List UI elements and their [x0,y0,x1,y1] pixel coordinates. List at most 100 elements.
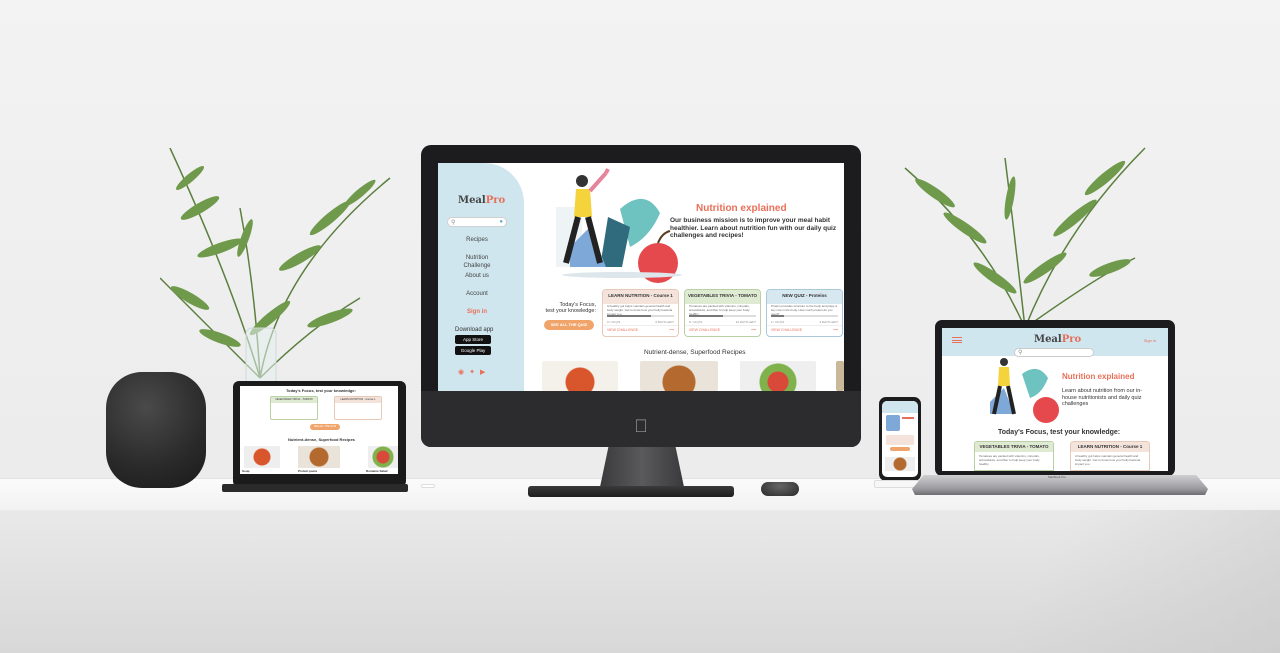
iphone-screen [882,401,918,477]
ipad-keyboard [222,484,408,492]
hero-title: Nutrition explained [696,203,787,214]
desktop-keyboard [528,486,734,497]
recipe-image-salad[interactable] [740,361,816,391]
tablet-recipe-name: Soup [242,469,250,473]
see-all-quiz-button[interactable]: SEE ALL THE QUIZ [544,320,594,330]
laptop-hero-description: Learn about nutrition from our in-house … [1062,388,1143,407]
nav-item-nutrition-challenge[interactable]: Nutrition Challenge [438,254,516,272]
challenge-card-tomato[interactable]: VEGETABLES TRIVIA - TOMATO Tomatoes are … [684,289,761,337]
device-mockup-scene:  MealPro ⚲ ● Recipes Nutrition Challeng… [0,0,1280,653]
macbook-brand-label: MacBook Pro [1048,475,1067,479]
nav-item-recipes[interactable]: Recipes [438,236,516,254]
download-app-label: Download app [455,327,494,333]
card-title: LEARN NUTRITION - Course 1 [603,290,678,304]
search-input[interactable]: ⚲ ● [447,217,507,227]
app-store-badge[interactable]: App Store [455,335,491,344]
sign-in-link[interactable]: Sign in [438,308,516,326]
apple-logo-icon:  [633,417,649,435]
tablet-card-title: VEGETABLES TRIVIA - TOMATO [271,397,317,403]
tablet-focus-label: Today's Focus, test your knowledge: [286,388,356,393]
tablet-recipe-pasta[interactable] [298,446,340,468]
tablet-recipe-name: Romaine Salad [366,469,388,473]
tablet-quiz-button[interactable]: SEE ALL THE QUIZ [310,424,340,430]
nav-item-account[interactable]: Account [438,290,516,308]
phone-card[interactable] [886,435,914,445]
laptop-logo[interactable]: MealPro [1034,334,1081,345]
sidebar-nav: Recipes Nutrition Challenge About us Acc… [438,236,516,326]
youtube-icon[interactable]: ▶ [480,369,490,376]
phone-quiz-button[interactable] [890,447,910,451]
laptop-card-nutrition[interactable]: LEARN NUTRITION - Course 1 A healthy gut… [1070,441,1150,471]
download-app-section: Download app App Store Google Play [455,327,493,355]
card-questions: 3 / 10 Q'S [607,320,621,324]
phone-hero-title [902,417,914,419]
card-questions: 5 / 10 Q'S [689,320,703,324]
arrow-right-icon: ⟶ [750,328,756,332]
ipad-screen: Today's Focus, test your knowledge: VEGE… [240,386,398,474]
progress-bar [607,315,674,317]
progress-bar [771,315,838,317]
tablet-recipe-soup[interactable] [244,446,280,468]
tablet-card-tomato[interactable]: VEGETABLES TRIVIA - TOMATO [270,396,318,420]
laptop-card-tomato[interactable]: VEGETABLES TRIVIA - TOMATO Tomatoes are … [974,441,1054,471]
tablet-recipes-title: Nutrient-dense, Superfood Recipes [288,437,355,442]
laptop-card-description: Tomatoes are packed with vitamins, miner… [979,454,1040,466]
laptop-focus-label: Today's Focus, test your knowledge: [998,429,1121,436]
google-play-badge[interactable]: Google Play [455,346,491,355]
macbook-screen: MealPro Sign in ⚲ Nutrition explained Le… [942,328,1168,471]
twitter-icon[interactable]: ✦ [469,369,480,376]
card-days-left: 12 DAYS LEFT [735,320,756,324]
card-title: NEW QUIZ - Proteins [767,290,842,304]
card-description: Tomatoes are packed with vitamins, miner… [689,304,750,316]
tablet-card-title: LEARN NUTRITION - Course 1 [335,397,381,403]
challenge-card-proteins[interactable]: NEW QUIZ - Proteins Protein provides str… [766,289,843,337]
laptop-card-title: LEARN NUTRITION - Course 1 [1071,442,1149,452]
social-links: ◉✦▶ [458,368,490,376]
view-challenge-link[interactable]: VIEW CHALLENGE [771,328,802,332]
phone-header [882,401,918,413]
hero-description: Our business mission is to improve your … [670,217,837,239]
progress-bar [689,315,756,317]
desktop-mouse [761,482,799,496]
laptop-card-title: VEGETABLES TRIVIA - TOMATO [975,442,1053,452]
laptop-hero-illustration [990,358,1059,423]
phone-recipe[interactable] [885,457,915,471]
hero-illustration [556,168,682,283]
stylus-pencil [421,484,435,488]
imac-screen: MealPro ⚲ ● Recipes Nutrition Challenge … [438,163,844,391]
laptop-hero-title: Nutrition explained [1062,372,1135,381]
macbook-base: MacBook Pro [912,475,1208,495]
view-challenge-link[interactable]: VIEW CHALLENGE [607,328,638,332]
tablet-recipe-name: Protein pasta [298,469,318,473]
search-icon: ⚲ [451,220,456,226]
tablet-card-nutrition[interactable]: LEARN NUTRITION - Course 1 [334,396,382,420]
laptop-sign-in-link[interactable]: Sign in [1144,338,1156,343]
card-description: A healthy gut helps maintain general hea… [607,304,673,316]
desk-shadow [880,510,1280,653]
arrow-right-icon: ⟶ [668,328,674,332]
recipe-image-pasta[interactable] [640,361,718,391]
card-questions: 1 / 10 Q'S [771,320,785,324]
challenge-card-nutrition[interactable]: LEARN NUTRITION - Course 1 A healthy gut… [602,289,679,337]
tablet-recipe-salad[interactable] [368,446,398,468]
recipe-image-soup[interactable] [542,361,618,391]
card-title: VEGETABLES TRIVIA - TOMATO [685,290,760,304]
card-days-left: 6 DAYS LEFT [655,320,674,324]
site-logo[interactable]: MealPro [458,195,505,206]
microphone-icon[interactable]: ● [499,219,503,225]
card-days-left: 4 DAYS LEFT [819,320,838,324]
recipe-image-partial[interactable] [836,361,844,391]
sidebar: MealPro ⚲ ● Recipes Nutrition Challenge … [438,163,524,391]
menu-icon[interactable] [952,337,962,343]
card-description: Protein provides structure to the body a… [771,304,838,316]
right-fern-plant-icon [895,138,1155,328]
nav-item-about-us[interactable]: About us [438,272,516,290]
imac-stand [600,447,684,487]
laptop-card-description: A healthy gut helps maintain general hea… [1075,454,1141,466]
focus-label: Today's Focus, test your knowledge: [545,302,596,314]
instagram-icon[interactable]: ◉ [458,369,469,376]
view-challenge-link[interactable]: VIEW CHALLENGE [689,328,720,332]
smart-speaker [106,372,206,488]
arrow-right-icon: ⟶ [832,328,838,332]
laptop-header: MealPro Sign in ⚲ [942,328,1168,357]
